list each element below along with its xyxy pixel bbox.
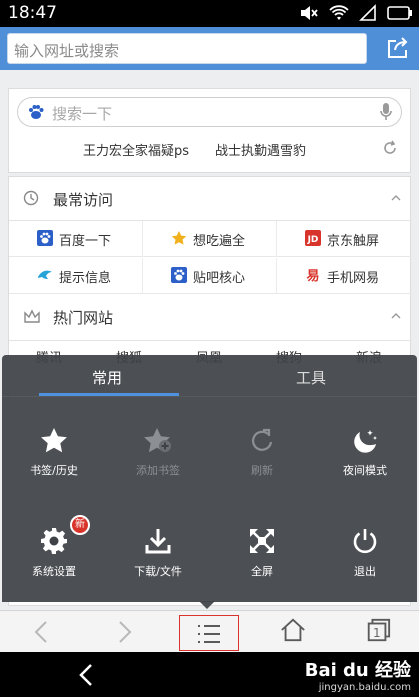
tab-common[interactable]: 常用: [92, 367, 122, 388]
system-nav-bar: Bai du 经验 jingyan.baidu.com: [0, 652, 419, 697]
microphone-icon[interactable]: [379, 102, 393, 122]
forward-arrow-icon[interactable]: [103, 619, 147, 645]
menu-item-label: 添加书签: [136, 464, 180, 477]
menu-item-label: 退出: [354, 565, 376, 578]
system-back-icon[interactable]: [76, 662, 96, 688]
crown-icon: [24, 309, 40, 323]
menu-item-label: 刷新: [251, 464, 273, 477]
refresh-icon: [252, 428, 273, 451]
gear-icon: [41, 528, 67, 554]
site-food[interactable]: 想吃遍全: [143, 221, 277, 257]
site-label: 提示信息: [59, 271, 112, 286]
menu-item-label: 夜间模式: [343, 464, 387, 477]
baidu-favicon-icon: [171, 267, 187, 283]
status-icons: [299, 4, 413, 22]
frequent-row: 百度一下 想吃遍全 JD 京东触屏: [9, 221, 412, 257]
watermark-sub: jingyan.baidu.com: [318, 682, 411, 693]
search-card: 搜索一下 王力宏全家福疑ps 战士执勤遇雪豹: [8, 88, 411, 173]
baidu-paw-icon: [29, 105, 44, 119]
browser-menu: 常用 工具 书签/历史 添加书签 刷新 夜间模式 新 系统设置 下载/文件 全屏…: [2, 355, 417, 602]
menu-tabs: 常用 工具: [2, 355, 417, 397]
chevron-up-icon[interactable]: [390, 311, 402, 319]
baidu-favicon-icon: [37, 230, 53, 246]
search-placeholder: 搜索一下: [52, 105, 113, 123]
menu-item-label: 全屏: [251, 565, 273, 578]
url-bar: 输入网址或搜索: [0, 27, 419, 70]
site-baidu[interactable]: 百度一下: [9, 221, 143, 257]
site-tieba[interactable]: 贴吧核心: [143, 258, 277, 294]
hot-sites-title: 热门网站: [53, 309, 114, 327]
fullscreen-button[interactable]: 全屏: [210, 527, 314, 579]
site-label: 京东触屏: [327, 234, 380, 249]
bottom-toolbar: 1: [0, 610, 419, 652]
active-tab-indicator: [39, 393, 179, 396]
svg-text:JD: JD: [307, 235, 319, 245]
fullscreen-icon: [250, 529, 274, 553]
menu-item-label: 系统设置: [32, 565, 76, 578]
refresh-button[interactable]: 刷新: [210, 427, 314, 478]
site-label: 想吃遍全: [193, 234, 246, 249]
refresh-hotwords-icon[interactable]: [382, 140, 398, 156]
star-favicon-icon: [171, 231, 187, 245]
jd-favicon-icon: JD: [305, 230, 321, 246]
hot-sites-header[interactable]: 热门网站: [9, 295, 412, 341]
site-label: 百度一下: [59, 234, 112, 249]
hot-words: 王力宏全家福疑ps 战士执勤遇雪豹: [9, 136, 412, 166]
night-mode-button[interactable]: 夜间模式: [313, 427, 417, 478]
add-bookmark-button[interactable]: 添加书签: [106, 427, 210, 478]
hot-word-link[interactable]: 王力宏全家福疑ps: [83, 140, 189, 159]
battery-icon: [387, 6, 412, 20]
power-icon: [353, 529, 377, 554]
menu-item-label: 下载/文件: [134, 565, 182, 578]
new-badge: 新: [70, 515, 90, 535]
status-bar: 18:47: [0, 0, 419, 27]
watermark-main: Bai du 经验: [304, 660, 411, 681]
site-label: 贴吧核心: [193, 271, 246, 286]
menu-list-icon: [198, 625, 220, 643]
chevron-up-icon[interactable]: [390, 193, 402, 201]
menu-button[interactable]: [179, 615, 239, 651]
bookmarks-history-button[interactable]: 书签/历史: [2, 427, 106, 478]
site-netease[interactable]: 易 手机网易: [277, 258, 412, 294]
dolphin-favicon-icon: [38, 270, 52, 279]
star-icon: [41, 428, 67, 453]
frequent-title: 最常访问: [53, 191, 114, 209]
frequent-row: 提示信息 贴吧核心 易 手机网易: [9, 258, 412, 294]
signal-icon: [359, 4, 376, 21]
menu-item-label: 书签/历史: [30, 464, 78, 477]
site-label: 手机网易: [327, 271, 380, 286]
share-icon[interactable]: [386, 36, 410, 60]
search-input[interactable]: 搜索一下: [17, 97, 402, 127]
svg-text:易: 易: [306, 269, 319, 283]
site-notice[interactable]: 提示信息: [9, 258, 143, 294]
star-plus-icon: [144, 428, 171, 453]
clock-icon: [23, 190, 39, 206]
hot-word-link[interactable]: 战士执勤遇雪豹: [215, 140, 306, 159]
mute-icon: [301, 6, 318, 20]
url-placeholder: 输入网址或搜索: [14, 42, 120, 60]
home-icon[interactable]: [271, 617, 315, 643]
exit-button[interactable]: 退出: [313, 527, 417, 579]
site-jd[interactable]: JD 京东触屏: [277, 221, 412, 257]
baidu-jingyan-watermark: Bai du 经验 jingyan.baidu.com: [305, 656, 411, 693]
status-time: 18:47: [8, 3, 57, 23]
back-arrow-icon[interactable]: [19, 619, 63, 645]
netease-favicon-icon: 易: [306, 269, 319, 283]
tab-tools[interactable]: 工具: [296, 367, 326, 388]
frequent-header[interactable]: 最常访问: [9, 177, 412, 221]
download-icon: [145, 529, 171, 554]
tab-count: 1: [373, 626, 381, 640]
system-settings-button[interactable]: 新 系统设置: [2, 515, 106, 579]
moon-icon: [354, 430, 377, 453]
menu-pointer: [199, 601, 215, 609]
downloads-files-button[interactable]: 下载/文件: [106, 527, 210, 579]
wifi-icon: [329, 5, 349, 20]
url-input[interactable]: 输入网址或搜索: [7, 33, 367, 64]
